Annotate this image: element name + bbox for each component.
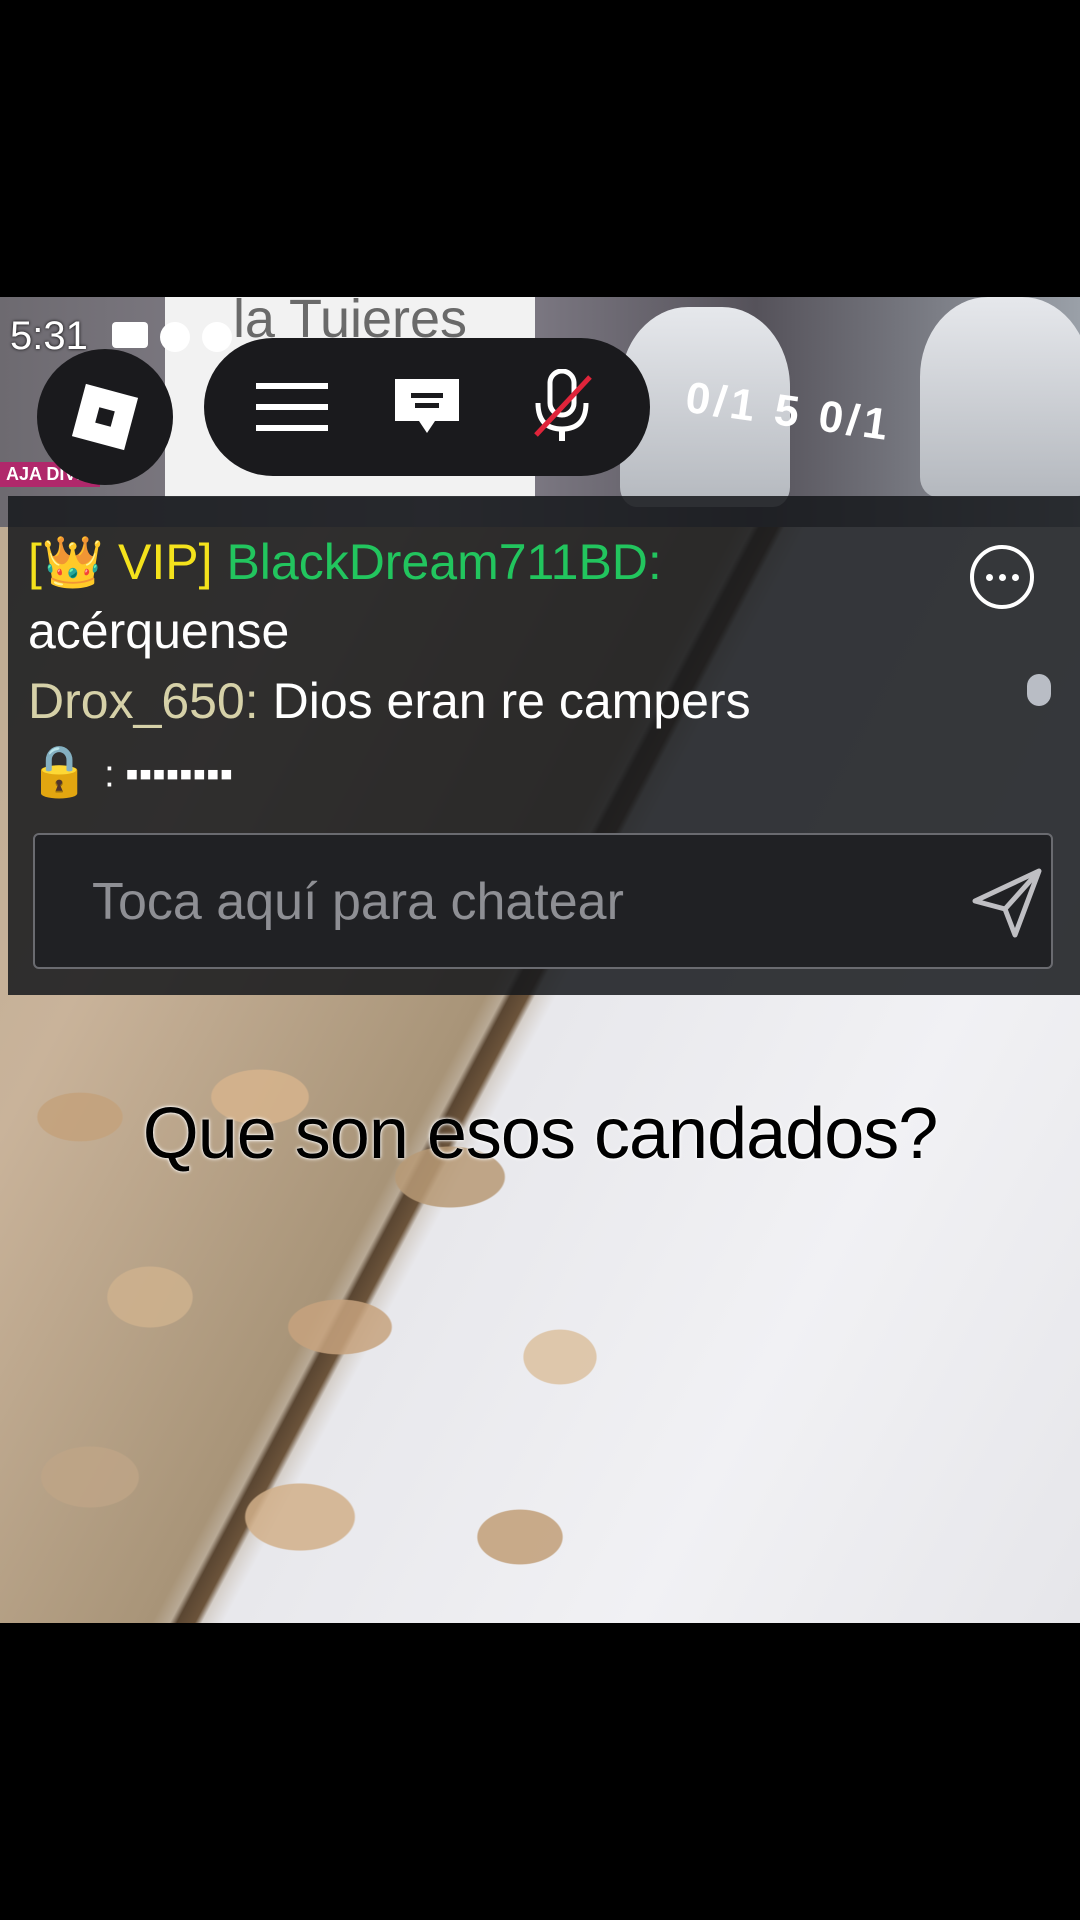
chat-toggle-button[interactable] <box>377 357 477 457</box>
video-caption: Que son esos candados? <box>142 1094 939 1174</box>
chat-author[interactable]: BlackDream711BD: <box>226 534 661 590</box>
menu-button[interactable] <box>242 357 342 457</box>
chat-message-text: acérquense <box>28 603 290 659</box>
chat-bubble-icon <box>394 379 459 433</box>
more-dots-icon <box>985 573 993 581</box>
more-dots-icon <box>1011 573 1019 581</box>
status-time: 5:31 <box>10 314 88 358</box>
chat-message-text: Dios eran re campers <box>272 673 751 729</box>
roblox-menu-button[interactable] <box>37 349 173 485</box>
chat-more-options-button[interactable] <box>970 545 1034 609</box>
chat-message: [👑 VIP] BlackDream711BD: <box>28 533 662 592</box>
chat-input-box[interactable] <box>33 833 1053 969</box>
voice-chat-button[interactable] <box>512 357 612 457</box>
more-dots-icon <box>998 573 1006 581</box>
chat-message: 🔒 : ▪▪▪▪▪▪▪▪ <box>28 742 233 801</box>
stone-floor <box>0 997 720 1623</box>
lock-icon: 🔒 <box>28 743 91 799</box>
vip-tag: [👑 VIP] <box>28 534 213 590</box>
chat-input[interactable] <box>90 855 954 949</box>
roblox-logo-icon <box>71 383 139 451</box>
snowy-tree <box>920 297 1080 497</box>
hamburger-menu-icon <box>255 383 328 431</box>
send-icon[interactable] <box>969 865 1045 941</box>
chat-scrollbar-thumb[interactable] <box>1027 674 1051 706</box>
chat-author[interactable]: Drox_650: <box>28 673 259 729</box>
circle-icon <box>202 322 232 352</box>
notification-icon <box>160 322 190 352</box>
microphone-muted-icon <box>534 369 593 441</box>
status-icons <box>112 322 232 352</box>
chat-message-text: : ▪▪▪▪▪▪▪▪ <box>104 753 234 796</box>
top-toolbar <box>204 338 650 476</box>
camera-icon <box>112 322 148 348</box>
chat-message: Drox_650: Dios eran re campers <box>28 672 751 730</box>
